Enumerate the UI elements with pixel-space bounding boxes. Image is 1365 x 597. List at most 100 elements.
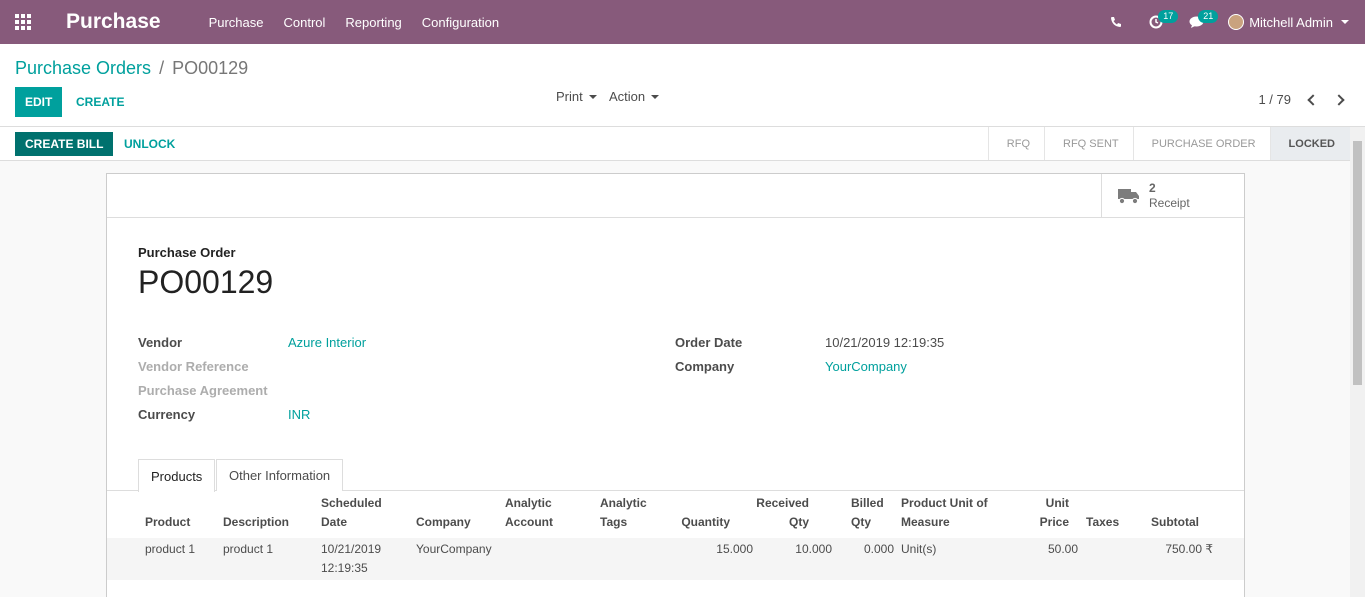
col-description[interactable]: Description	[223, 513, 289, 532]
col-taxes[interactable]: Taxes	[1086, 513, 1119, 532]
scrollbar[interactable]	[1350, 127, 1365, 597]
control-panel: Purchase Orders / PO00129 EDIT CREATE Pr…	[0, 44, 1365, 127]
purchase-agreement-label: Purchase Agreement	[138, 383, 268, 398]
edit-button[interactable]: EDIT	[15, 87, 63, 117]
systray: 17 21 Mitchell Admin	[1096, 0, 1365, 44]
unlock-button[interactable]: UNLOCK	[124, 132, 175, 156]
col-product[interactable]: Product	[145, 513, 190, 532]
messages-icon[interactable]: 21	[1176, 0, 1219, 44]
col-analytic-account-l2: Account	[505, 515, 553, 529]
truck-icon	[1118, 188, 1139, 204]
menu-control[interactable]: Control	[273, 15, 335, 30]
cell-scheduled-date-l2: 12:19:35	[321, 561, 368, 575]
status-stages: RFQ RFQ SENT PURCHASE ORDER LOCKED	[987, 127, 1350, 160]
col-unit-price-l2: Price	[1039, 515, 1069, 529]
col-unit-price[interactable]: Unit Price	[1007, 494, 1069, 532]
cell-received-qty: 10.000	[795, 542, 832, 556]
col-analytic-account-l1: Analytic	[505, 496, 552, 510]
create-button[interactable]: CREATE	[76, 87, 124, 117]
stage-purchase-order[interactable]: PURCHASE ORDER	[1132, 127, 1270, 160]
breadcrumb: Purchase Orders / PO00129	[15, 58, 248, 79]
scrollbar-thumb[interactable]	[1353, 141, 1362, 385]
action-dropdown[interactable]: Action	[609, 89, 660, 104]
chevron-down-icon	[1341, 20, 1349, 24]
stage-rfq[interactable]: RFQ	[987, 127, 1044, 160]
phone-icon[interactable]	[1096, 0, 1136, 44]
breadcrumb-separator: /	[159, 58, 165, 78]
apps-menu-icon[interactable]	[0, 0, 46, 44]
col-scheduled-date[interactable]: Scheduled Date	[321, 494, 382, 532]
col-unit-of-measure-l1: Product Unit of	[901, 496, 988, 510]
user-menu[interactable]: Mitchell Admin	[1216, 14, 1365, 30]
page-title: PO00129	[138, 264, 274, 300]
action-label: Action	[609, 89, 646, 104]
pager-next-icon[interactable]	[1333, 93, 1345, 106]
pager: 1 / 79	[1258, 92, 1345, 107]
company-field[interactable]: YourCompany	[825, 359, 907, 374]
table-header: Product Description Scheduled Date Compan…	[107, 492, 1244, 539]
chevron-down-icon	[588, 94, 597, 99]
receipt-smart-button[interactable]: 2 Receipt	[1101, 174, 1244, 217]
create-bill-button[interactable]: CREATE BILL	[15, 132, 114, 156]
form-sheet: 2 Receipt Purchase Order PO00129 Vendor …	[106, 173, 1245, 597]
pager-value[interactable]: 1 / 79	[1258, 92, 1291, 107]
main-menu: Purchase Control Reporting Configuration	[199, 15, 510, 30]
form-subtitle: Purchase Order	[138, 245, 236, 260]
breadcrumb-current: PO00129	[172, 58, 249, 78]
cell-unit-price: 50.00	[1047, 542, 1078, 556]
avatar	[1228, 14, 1245, 30]
form-statusbar: CREATE BILL UNLOCK RFQ RFQ SENT PURCHASE…	[0, 127, 1350, 161]
col-quantity[interactable]: Quantity	[667, 513, 730, 532]
print-dropdown[interactable]: Print	[556, 89, 597, 104]
tab-other-information[interactable]: Other Information	[216, 459, 344, 491]
col-unit-of-measure-l2: Measure	[901, 515, 950, 529]
cell-scheduled-date-l1: 10/21/2019	[321, 542, 382, 556]
menu-purchase[interactable]: Purchase	[199, 15, 274, 30]
col-scheduled-date-l2: Date	[321, 515, 348, 529]
user-name: Mitchell Admin	[1249, 14, 1333, 30]
stage-rfq-sent[interactable]: RFQ SENT	[1044, 127, 1133, 160]
company-label: Company	[675, 359, 735, 374]
cell-subtotal: 750.00 ₹	[1165, 542, 1213, 556]
col-unit-of-measure[interactable]: Product Unit of Measure	[901, 494, 988, 532]
col-received-qty-l2: Qty	[788, 515, 809, 529]
chevron-down-icon	[651, 94, 660, 99]
currency-field[interactable]: INR	[288, 407, 310, 422]
cell-company: YourCompany	[416, 542, 492, 556]
breadcrumb-purchase-orders[interactable]: Purchase Orders	[15, 58, 151, 79]
print-label: Print	[556, 89, 583, 104]
currency-label: Currency	[138, 407, 196, 422]
col-scheduled-date-l1: Scheduled	[321, 496, 382, 510]
table-row[interactable]: product 1 product 1 10/21/2019 12:19:35 Y…	[107, 538, 1244, 580]
button-box: 2 Receipt	[107, 174, 1244, 218]
col-analytic-tags-l1: Analytic	[600, 496, 647, 510]
tab-products[interactable]: Products	[138, 459, 216, 492]
activity-count-badge: 17	[1158, 10, 1179, 23]
order-date-field: 10/21/2019 12:19:35	[825, 335, 945, 350]
pager-previous-icon[interactable]	[1307, 93, 1319, 106]
cell-billed-qty: 0.000	[863, 542, 894, 556]
menu-reporting[interactable]: Reporting	[335, 15, 411, 30]
col-analytic-tags[interactable]: Analytic Tags	[600, 494, 647, 532]
notebook-tabs: Products Other Information	[107, 459, 1244, 492]
cell-description: product 1	[223, 542, 274, 556]
stage-locked[interactable]: LOCKED	[1269, 127, 1350, 160]
col-billed-qty[interactable]: Billed Qty	[851, 494, 884, 532]
order-date-label: Order Date	[675, 335, 743, 350]
message-count-badge: 21	[1198, 10, 1219, 23]
vendor-reference-label: Vendor Reference	[138, 359, 249, 374]
cell-unit-of-measure: Unit(s)	[901, 542, 937, 556]
receipt-label: Receipt	[1149, 195, 1190, 210]
activity-clock-icon[interactable]: 17	[1136, 0, 1179, 44]
col-received-qty-l1: Received	[756, 496, 809, 510]
col-analytic-tags-l2: Tags	[600, 515, 628, 529]
col-billed-qty-l2: Qty	[851, 515, 872, 529]
col-subtotal[interactable]: Subtotal	[1151, 513, 1199, 532]
col-analytic-account[interactable]: Analytic Account	[505, 494, 553, 532]
cell-product: product 1	[145, 542, 196, 556]
col-company[interactable]: Company	[416, 513, 471, 532]
col-received-qty[interactable]: Received Qty	[747, 494, 809, 532]
col-billed-qty-l1: Billed	[851, 496, 884, 510]
menu-configuration[interactable]: Configuration	[412, 15, 509, 30]
vendor-field[interactable]: Azure Interior	[288, 335, 366, 350]
